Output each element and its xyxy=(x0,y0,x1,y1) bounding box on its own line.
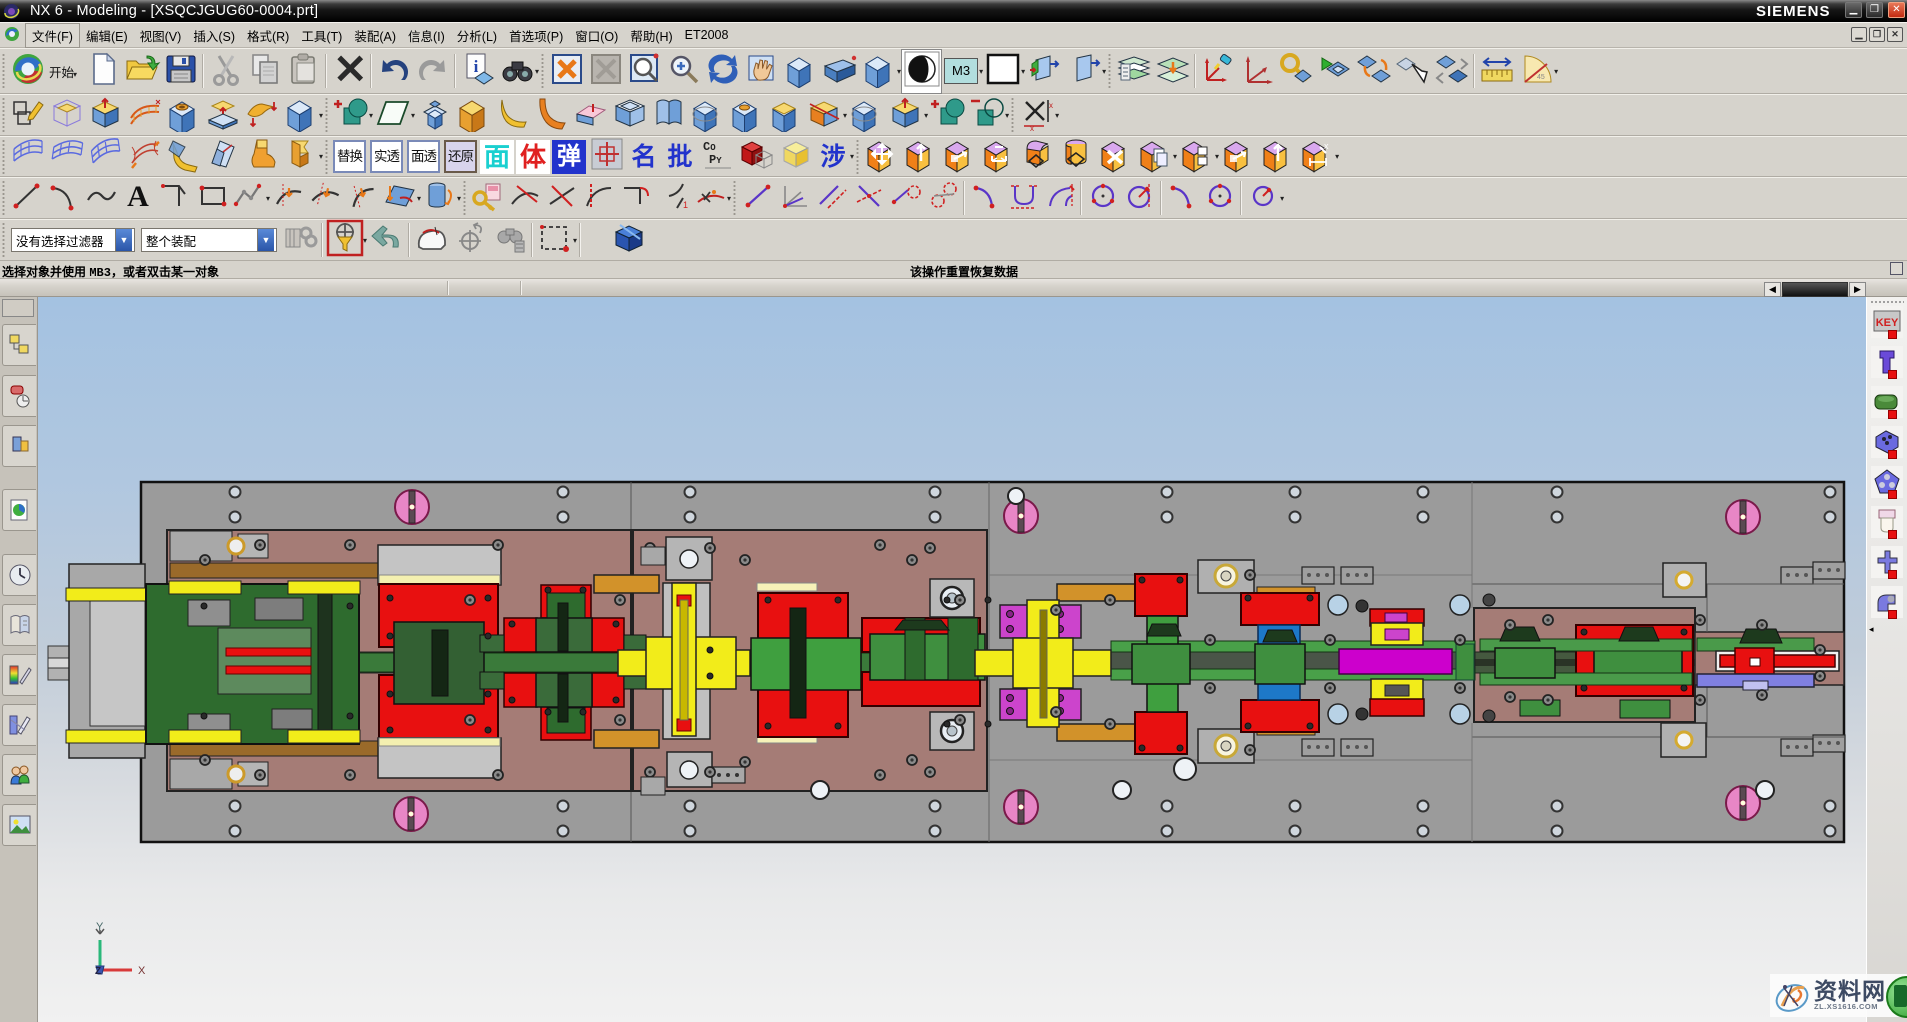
svg-text:i: i xyxy=(473,57,478,76)
svg-text:1: 1 xyxy=(683,200,688,210)
svg-text:CO: CO xyxy=(703,140,716,154)
svg-text:A: A xyxy=(127,180,149,213)
svg-text:PY: PY xyxy=(709,153,722,167)
svg-text:KEY: KEY xyxy=(1876,317,1899,329)
svg-text:Y: Y xyxy=(96,922,104,933)
svg-text:x: x xyxy=(1030,124,1034,132)
svg-text:x: x xyxy=(1049,101,1053,110)
svg-text:45: 45 xyxy=(1537,74,1545,81)
svg-text:x: x xyxy=(1324,141,1329,151)
svg-text:X: X xyxy=(138,965,146,977)
svg-text:Z: Z xyxy=(95,966,101,977)
